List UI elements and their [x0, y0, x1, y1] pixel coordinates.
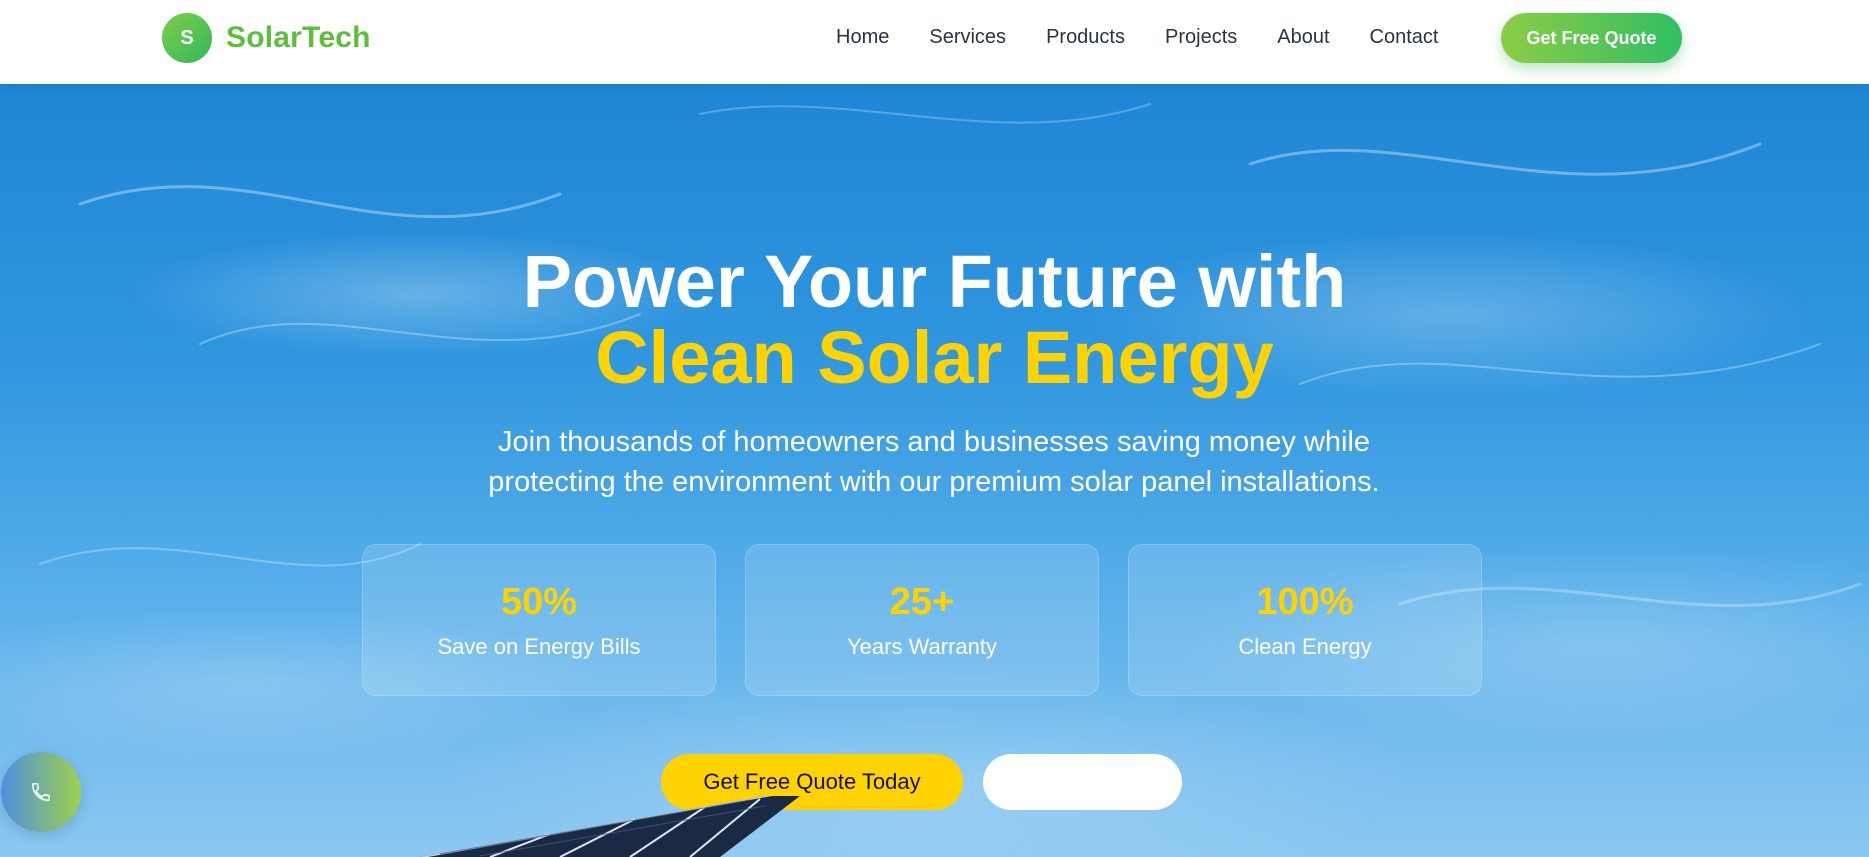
nav-item-products[interactable]: Products: [1046, 26, 1125, 49]
logo-badge: S: [162, 13, 212, 63]
stat-value: 100%: [1256, 580, 1354, 623]
phone-call-button[interactable]: [1, 752, 81, 832]
stat-card-savings: 50% Save on Energy Bills: [362, 544, 716, 696]
get-free-quote-button[interactable]: Get Free Quote: [1501, 13, 1682, 63]
hero-subtitle-line1: Join thousands of homeowners and busines…: [497, 426, 1371, 458]
stat-label: Years Warranty: [847, 633, 997, 659]
nav-item-about[interactable]: About: [1277, 26, 1329, 49]
stat-label: Clean Energy: [1238, 633, 1372, 659]
hero-title-line1: Power Your Future with: [522, 240, 1347, 323]
nav-item-contact[interactable]: Contact: [1370, 26, 1439, 49]
hero-subtitle-line2: protecting the environment with our prem…: [488, 466, 1380, 498]
stat-label: Save on Energy Bills: [437, 633, 641, 659]
solar-panel-image: [420, 796, 800, 857]
stat-card-warranty: 25+ Years Warranty: [745, 544, 1099, 696]
brand-name: SolarTech: [226, 21, 371, 54]
stat-value: 25+: [889, 580, 955, 623]
hero-subtitle: Join thousands of homeowners and busines…: [434, 422, 1434, 502]
logo[interactable]: S SolarTech: [162, 13, 371, 63]
nav-item-projects[interactable]: Projects: [1165, 26, 1237, 49]
hero-title-line2: Clean Solar Energy: [595, 316, 1274, 399]
nav-item-home[interactable]: Home: [836, 26, 889, 49]
secondary-cta-button[interactable]: [983, 754, 1182, 810]
phone-icon: [32, 783, 50, 801]
stats-row: 50% Save on Energy Bills 25+ Years Warra…: [362, 544, 1482, 696]
hero-section: Power Your Future with Clean Solar Energ…: [0, 84, 1869, 857]
hero-title: Power Your Future with Clean Solar Energ…: [0, 244, 1869, 396]
stat-value: 50%: [500, 580, 578, 623]
main-nav: Home Services Products Projects About Co…: [836, 26, 1438, 49]
nav-item-services[interactable]: Services: [929, 26, 1006, 49]
site-header: S SolarTech Home Services Products Proje…: [0, 0, 1869, 84]
stat-card-clean-energy: 100% Clean Energy: [1128, 544, 1482, 696]
